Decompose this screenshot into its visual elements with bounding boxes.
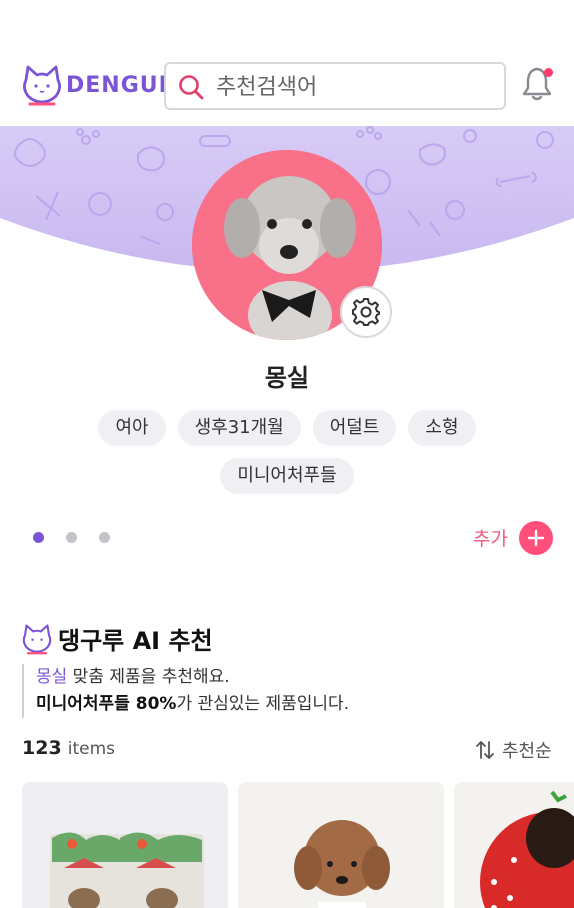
sort-button[interactable]: 추천순 xyxy=(474,737,552,763)
sort-label: 추천순 xyxy=(502,741,552,762)
product-card[interactable] xyxy=(22,782,228,908)
pet-tags: 여아 생후31개월 어덜트 소형 미니어처푸들 xyxy=(60,410,514,494)
recommend-title: 댕구루 AI 추천 xyxy=(58,627,213,655)
tag-size: 소형 xyxy=(408,410,476,446)
add-pet-button[interactable] xyxy=(519,521,553,555)
item-count: 123 items xyxy=(22,737,115,759)
carousel-dot-2[interactable] xyxy=(66,532,77,543)
carousel-dot-1[interactable] xyxy=(33,532,44,543)
product-list xyxy=(22,782,574,908)
sort-arrows-icon xyxy=(476,741,494,759)
pet-name: 몽실 xyxy=(264,364,310,392)
tag-gender: 여아 xyxy=(98,410,166,446)
product-card[interactable] xyxy=(454,782,574,908)
notification-badge xyxy=(544,68,553,77)
item-count-unit: items xyxy=(67,739,115,759)
desc-percent: 80% xyxy=(129,694,177,714)
tag-life-stage: 어덜트 xyxy=(312,410,397,446)
plus-icon xyxy=(527,529,545,547)
desc-line1: 맞춤 제품을 추천해요. xyxy=(67,667,230,687)
search-icon[interactable] xyxy=(178,74,204,100)
product-image xyxy=(454,782,574,908)
carousel-indicator xyxy=(33,532,110,543)
add-pet-label[interactable]: 추가 xyxy=(473,524,508,551)
profile-settings-button[interactable] xyxy=(340,286,392,338)
search-input[interactable] xyxy=(214,70,498,104)
cat-logo-icon xyxy=(22,623,52,654)
desc-pet-name: 몽실 xyxy=(36,667,68,687)
carousel-dot-3[interactable] xyxy=(99,532,110,543)
recommend-header: 댕구루 AI 추천 xyxy=(22,621,213,656)
recommend-description: 몽실 맞춤 제품을 추천해요. 미니어처푸들 80%가 관심있는 제품입니다. xyxy=(22,664,349,718)
tag-age: 생후31개월 xyxy=(177,410,301,446)
desc-line2: 가 관심있는 제품입니다. xyxy=(176,694,350,714)
gear-icon xyxy=(352,298,380,326)
product-image xyxy=(238,782,444,908)
product-image xyxy=(22,782,228,908)
item-count-number: 123 xyxy=(22,737,62,759)
product-card[interactable] xyxy=(238,782,444,908)
tag-breed: 미니어처푸들 xyxy=(220,458,354,494)
app-header: DENGURU xyxy=(0,0,574,126)
desc-breed: 미니어처푸들 xyxy=(36,694,130,714)
search-bar[interactable] xyxy=(164,62,506,110)
cat-logo-icon xyxy=(23,65,61,106)
